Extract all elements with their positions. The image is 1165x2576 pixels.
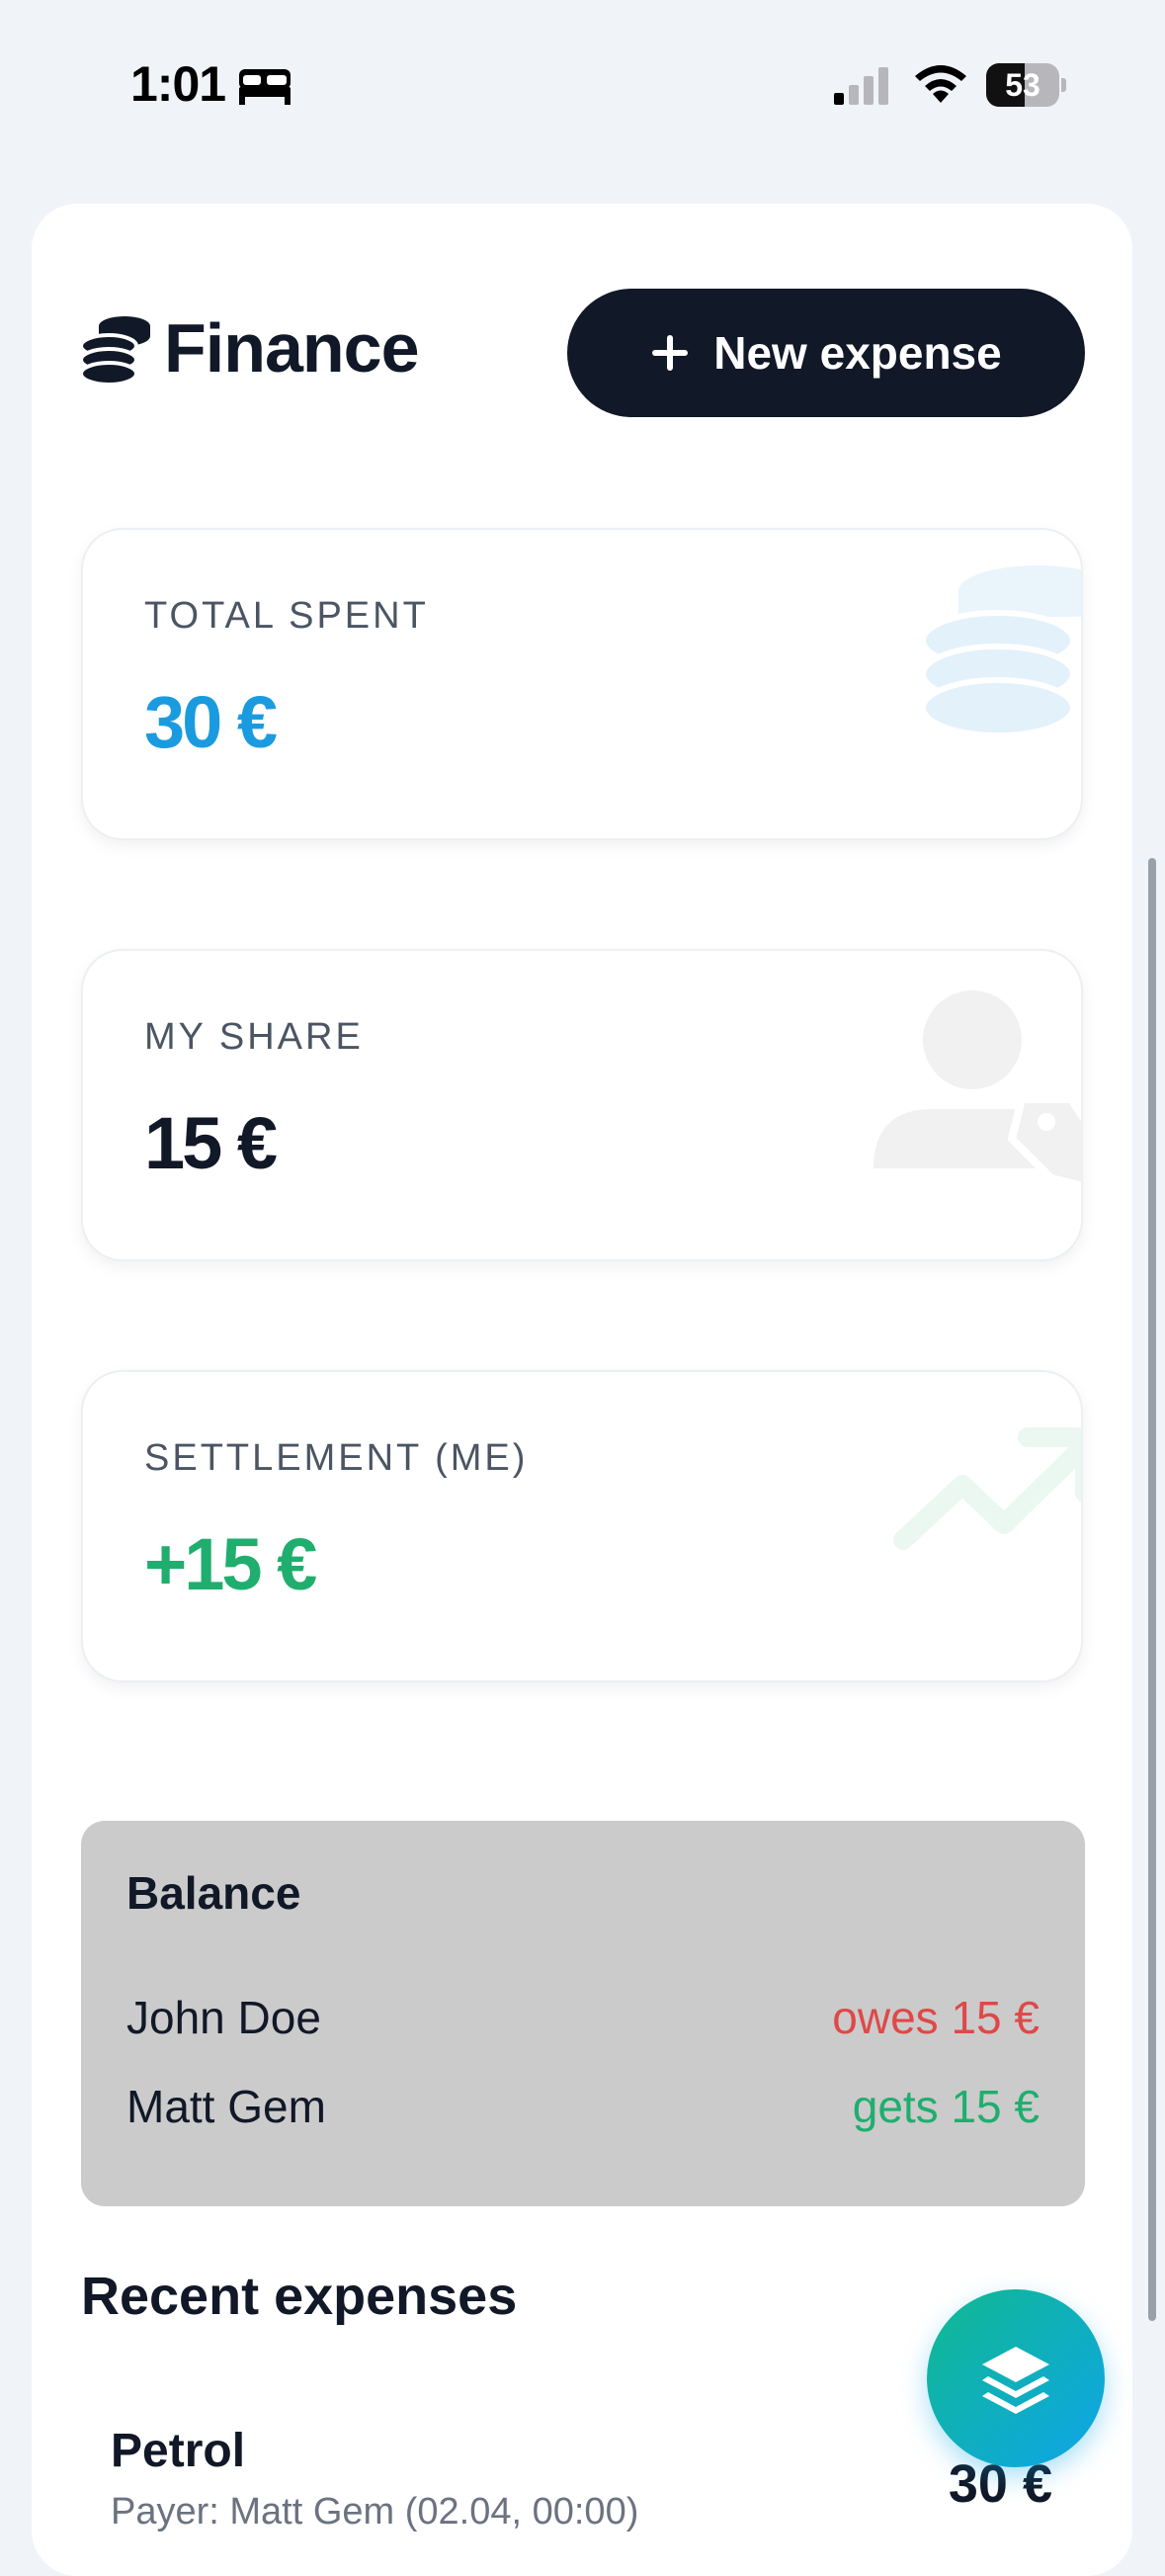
balance-row: John Doe owes 15 € [126,1991,1040,2050]
expense-payer-info: Payer: Matt Gem (02.04, 00:00) [111,2491,639,2533]
expense-name[interactable]: Petrol [111,2424,245,2478]
balance-person-name: John Doe [126,1992,321,2043]
layers-fab-button[interactable] [927,2289,1105,2467]
battery-indicator: 53 [986,63,1066,107]
trend-up-icon [893,1427,1081,1550]
balance-amount-gets: gets 15 € [852,2081,1040,2132]
wifi-icon [915,65,966,103]
coins-icon [920,565,1081,738]
total-spent-card: TOTAL SPENT 30 € [81,528,1083,840]
balance-amount-owes: owes 15 € [832,1992,1040,2043]
my-share-label: MY SHARE [144,1016,364,1058]
settlement-card: SETTLEMENT (ME) +15 € [81,1370,1083,1682]
settlement-label: SETTLEMENT (ME) [144,1437,529,1479]
user-tag-icon [874,990,1081,1190]
cellular-signal-icon [834,67,888,105]
bed-icon [239,69,291,105]
balance-person-name: Matt Gem [126,2081,326,2132]
status-time: 1:01 [130,56,226,112]
battery-percent: 53 [1005,67,1040,103]
my-share-card: MY SHARE 15 € [81,949,1083,1261]
scrollbar[interactable] [1148,858,1156,2321]
balance-title: Balance [126,1867,301,1919]
new-expense-button[interactable]: New expense [567,289,1085,417]
my-share-value: 15 € [144,1102,278,1184]
total-spent-label: TOTAL SPENT [144,595,429,637]
settlement-value: +15 € [144,1523,317,1605]
layers-icon [982,2347,1049,2414]
status-bar: 1:01 53 [0,0,1165,168]
balance-row: Matt Gem gets 15 € [126,2080,1040,2139]
app-title: Finance [164,309,420,386]
recent-expenses-title: Recent expenses [81,2267,518,2326]
coins-stack-icon [79,316,150,386]
plus-icon [652,335,689,371]
new-expense-label: New expense [713,327,1002,379]
balance-panel: Balance John Doe owes 15 € Matt Gem gets… [81,1821,1085,2206]
total-spent-value: 30 € [144,681,278,763]
